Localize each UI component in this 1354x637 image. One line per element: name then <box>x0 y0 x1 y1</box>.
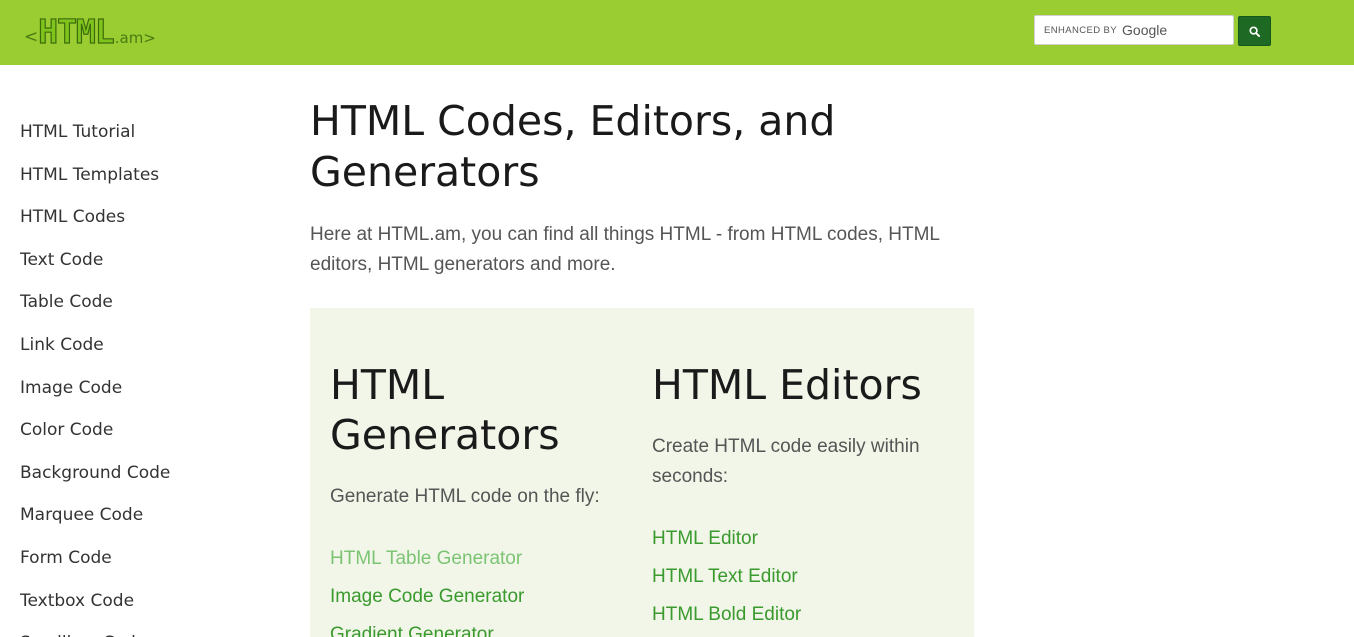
sidebar-item-text-code[interactable]: Text Code <box>20 240 270 283</box>
sidebar-nav: HTML Tutorial HTML Templates HTML Codes … <box>20 112 270 637</box>
sidebar-item-color-code[interactable]: Color Code <box>20 410 270 453</box>
sidebar-item-html-tutorial[interactable]: HTML Tutorial <box>20 112 270 155</box>
sidebar-item-html-codes[interactable]: HTML Codes <box>20 197 270 240</box>
logo-bracket: < <box>24 27 39 47</box>
sidebar-item-scrollbox-code[interactable]: Scrollbox Code <box>20 623 270 637</box>
sidebar-item-table-code[interactable]: Table Code <box>20 282 270 325</box>
generators-link-list: HTML Table Generator Image Code Generato… <box>330 540 610 637</box>
generators-description: Generate HTML code on the fly: <box>330 486 600 507</box>
link-html-table-generator[interactable]: HTML Table Generator <box>330 540 610 578</box>
link-html-editor[interactable]: HTML Editor <box>652 520 952 558</box>
search-icon <box>1249 25 1260 37</box>
link-html-bold-editor[interactable]: HTML Bold Editor <box>652 596 952 634</box>
sidebar-item-link-code[interactable]: Link Code <box>20 325 270 368</box>
sidebar-item-marquee-code[interactable]: Marquee Code <box>20 495 270 538</box>
editors-description: Create HTML code easily within seconds: <box>652 436 920 487</box>
link-html-text-editor[interactable]: HTML Text Editor <box>652 558 952 596</box>
sidebar-item-image-code[interactable]: Image Code <box>20 368 270 411</box>
search-box[interactable]: ENHANCED BY Google <box>1034 15 1234 45</box>
sidebar-item-textbox-code[interactable]: Textbox Code <box>20 581 270 624</box>
generators-heading: HTML Generators <box>330 361 560 459</box>
sidebar-item-html-templates[interactable]: HTML Templates <box>20 155 270 198</box>
search-button[interactable] <box>1238 16 1271 46</box>
site-logo[interactable]: < HTML .am> <box>24 12 156 48</box>
generators-column: HTML Generators Generate HTML code on th… <box>330 360 610 637</box>
editors-heading: HTML Editors <box>652 361 922 409</box>
logo-wordmark: HTML <box>38 12 116 51</box>
link-image-code-generator[interactable]: Image Code Generator <box>330 578 610 616</box>
search-input[interactable] <box>1035 16 1233 44</box>
sidebar-item-form-code[interactable]: Form Code <box>20 538 270 581</box>
main-content: HTML Codes, Editors, and Generators Here… <box>310 96 975 280</box>
editors-link-list: HTML Editor HTML Text Editor HTML Bold E… <box>652 520 952 634</box>
page-title: HTML Codes, Editors, and Generators <box>310 97 836 196</box>
site-header: < HTML .am> ENHANCED BY Google <box>0 0 1354 65</box>
editors-column: HTML Editors Create HTML code easily wit… <box>652 360 952 634</box>
logo-domain: .am> <box>114 29 156 47</box>
link-gradient-generator[interactable]: Gradient Generator <box>330 616 610 637</box>
sidebar-item-background-code[interactable]: Background Code <box>20 453 270 496</box>
intro-paragraph: Here at HTML.am, you can find all things… <box>310 224 940 275</box>
feature-panel: HTML Generators Generate HTML code on th… <box>310 308 974 637</box>
